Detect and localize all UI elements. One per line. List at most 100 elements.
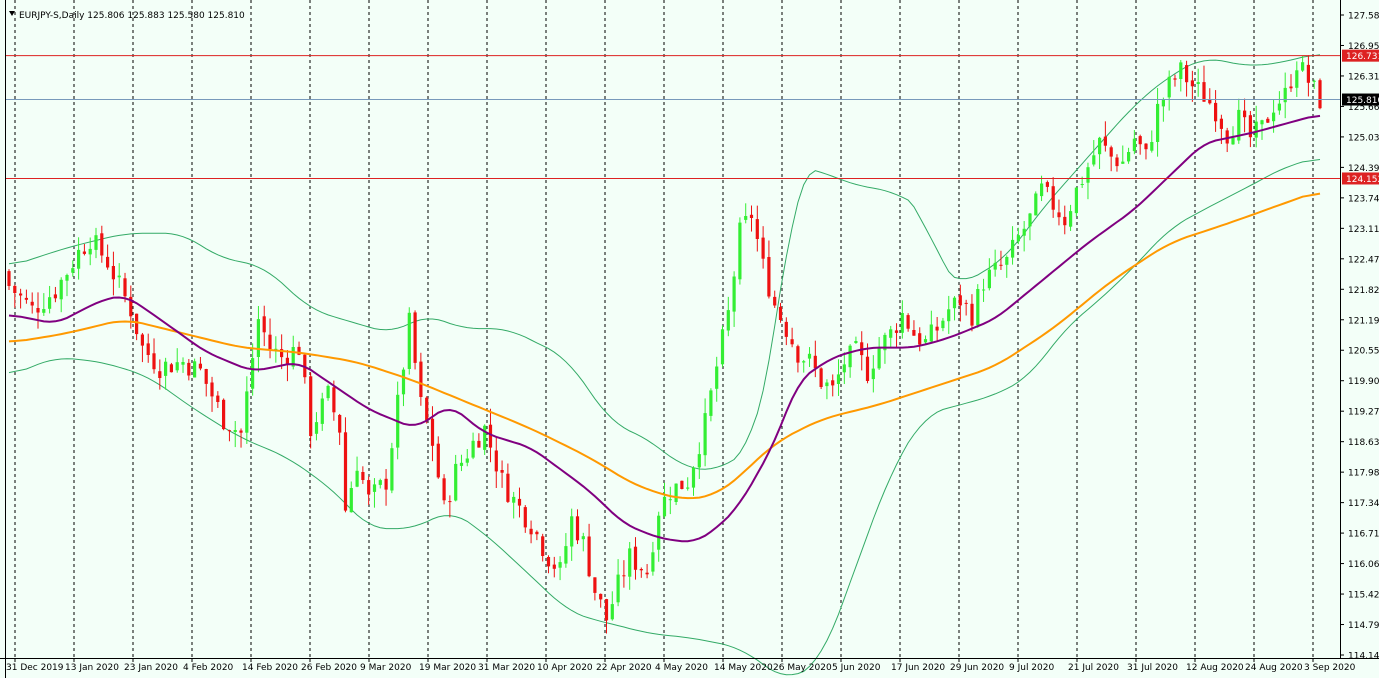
candle-body[interactable]	[912, 330, 916, 336]
candle-body[interactable]	[169, 364, 173, 373]
candle-body[interactable]	[30, 301, 34, 306]
candle-body[interactable]	[419, 361, 423, 397]
candle-body[interactable]	[1069, 211, 1073, 227]
candle-body[interactable]	[506, 473, 510, 502]
candle-body[interactable]	[204, 369, 208, 384]
candle-body[interactable]	[1318, 80, 1322, 109]
candle-body[interactable]	[616, 574, 620, 603]
candle-body[interactable]	[1301, 62, 1305, 71]
candle-body[interactable]	[982, 289, 986, 291]
candle-body[interactable]	[1080, 184, 1084, 185]
candle-body[interactable]	[900, 313, 904, 333]
candle-body[interactable]	[894, 330, 899, 333]
candle-body[interactable]	[7, 271, 11, 286]
candle-body[interactable]	[1098, 137, 1102, 155]
candle-body[interactable]	[645, 572, 649, 575]
candle-body[interactable]	[1051, 186, 1055, 210]
candle-body[interactable]	[384, 478, 388, 490]
candle-body[interactable]	[164, 361, 168, 376]
candle-body[interactable]	[332, 387, 336, 413]
candle-body[interactable]	[1138, 136, 1142, 145]
candle-body[interactable]	[999, 264, 1003, 266]
candle-body[interactable]	[48, 297, 52, 309]
candle-body[interactable]	[436, 443, 440, 478]
candle-body[interactable]	[686, 487, 690, 489]
candle-body[interactable]	[111, 266, 115, 280]
candle-body[interactable]	[738, 222, 742, 280]
candle-body[interactable]	[1144, 143, 1148, 150]
candle-body[interactable]	[848, 345, 852, 368]
candle-body[interactable]	[1306, 64, 1310, 83]
candle-body[interactable]	[715, 366, 719, 389]
candle-body[interactable]	[958, 295, 962, 306]
candle-body[interactable]	[158, 371, 162, 378]
candle-body[interactable]	[755, 219, 759, 239]
candle-body[interactable]	[1127, 152, 1131, 162]
candle-body[interactable]	[13, 285, 17, 293]
candle-body[interactable]	[477, 440, 481, 448]
candle-body[interactable]	[140, 334, 144, 346]
candle-body[interactable]	[471, 440, 475, 458]
candle-body[interactable]	[1156, 103, 1160, 142]
candle-body[interactable]	[309, 376, 313, 437]
candle-body[interactable]	[1074, 187, 1078, 214]
candle-body[interactable]	[413, 312, 417, 363]
candle-body[interactable]	[239, 430, 243, 433]
candle-body[interactable]	[1312, 80, 1316, 82]
candle-body[interactable]	[314, 422, 319, 434]
candle-body[interactable]	[1121, 161, 1125, 164]
candle-body[interactable]	[726, 310, 730, 331]
candle-body[interactable]	[175, 362, 179, 371]
candle-body[interactable]	[1289, 86, 1293, 89]
candle-body[interactable]	[135, 313, 139, 335]
candle-body[interactable]	[1202, 82, 1206, 102]
candle-body[interactable]	[836, 374, 841, 384]
candle-body[interactable]	[877, 348, 881, 369]
candle-body[interactable]	[749, 214, 754, 218]
candle-body[interactable]	[401, 369, 406, 395]
candle-body[interactable]	[581, 536, 585, 540]
candle-body[interactable]	[459, 462, 464, 466]
candle-body[interactable]	[825, 382, 829, 387]
candle-body[interactable]	[929, 324, 933, 342]
candle-body[interactable]	[697, 454, 701, 468]
candle-body[interactable]	[222, 399, 226, 430]
candle-body[interactable]	[390, 448, 394, 491]
candle-body[interactable]	[541, 536, 545, 556]
candle-body[interactable]	[1040, 183, 1044, 197]
candle-body[interactable]	[320, 398, 324, 424]
candle-body[interactable]	[918, 333, 922, 345]
candle-body[interactable]	[552, 564, 556, 569]
candle-body[interactable]	[668, 499, 672, 501]
candle-body[interactable]	[488, 424, 493, 448]
candle-body[interactable]	[1132, 138, 1136, 152]
candle-body[interactable]	[784, 321, 788, 337]
candle-body[interactable]	[233, 430, 237, 432]
candle-body[interactable]	[587, 536, 591, 577]
candle-body[interactable]	[430, 418, 435, 446]
candle-body[interactable]	[1057, 212, 1061, 218]
candle-body[interactable]	[1150, 142, 1154, 151]
candle-body[interactable]	[483, 425, 487, 450]
candle-body[interactable]	[1034, 193, 1038, 216]
candle-body[interactable]	[964, 302, 968, 304]
candle-body[interactable]	[1254, 121, 1258, 138]
candle-body[interactable]	[1016, 235, 1020, 242]
candle-body[interactable]	[1028, 213, 1032, 227]
candle-body[interactable]	[372, 484, 377, 492]
candle-body[interactable]	[807, 353, 812, 359]
candle-body[interactable]	[19, 293, 23, 296]
candle-body[interactable]	[778, 306, 783, 320]
candle-body[interactable]	[123, 278, 127, 297]
candle-body[interactable]	[1005, 257, 1009, 265]
candle-body[interactable]	[1092, 155, 1096, 165]
candle-body[interactable]	[42, 309, 46, 313]
candle-body[interactable]	[245, 391, 249, 433]
candle-body[interactable]	[761, 237, 765, 259]
candle-body[interactable]	[94, 235, 98, 250]
candle-body[interactable]	[819, 368, 823, 387]
candle-body[interactable]	[970, 303, 974, 326]
candle-body[interactable]	[923, 339, 928, 343]
candle-body[interactable]	[889, 329, 893, 338]
candle-body[interactable]	[210, 382, 214, 397]
